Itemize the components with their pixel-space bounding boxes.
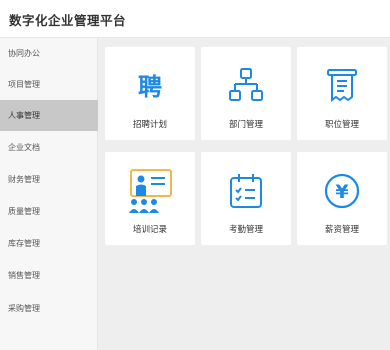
sidebar: 协同办公 项目管理 人事管理 企业文档 财务管理 质量管理 库存管理 销售管理 … <box>0 38 98 350</box>
sidebar-item-inventory-management[interactable]: 库存管理 <box>0 228 98 259</box>
sidebar-item-purchase-management[interactable]: 采购管理 <box>0 293 98 324</box>
card-salary-management[interactable]: ¥ 薪资管理 <box>297 152 387 245</box>
sidebar-item-sales-management[interactable]: 销售管理 <box>0 260 98 291</box>
main-content: 聘 招聘计划 部门管理 职位管理 培训记录 考勤管理 ¥ 薪资管理 <box>98 38 390 350</box>
svg-text:聘: 聘 <box>138 73 162 101</box>
card-recruitment-plan[interactable]: 聘 招聘计划 <box>105 47 195 140</box>
sidebar-item-hr-management[interactable]: 人事管理 <box>0 100 98 131</box>
yuan-coin-icon: ¥ <box>297 166 387 216</box>
app-header: 数字化企业管理平台 <box>0 0 390 38</box>
sidebar-item-project-management[interactable]: 项目管理 <box>0 69 98 100</box>
calendar-checklist-icon <box>201 166 291 216</box>
svg-text:¥: ¥ <box>335 181 348 203</box>
position-doc-icon <box>297 61 387 111</box>
sidebar-item-collab-office[interactable]: 协同办公 <box>0 38 98 69</box>
card-label: 职位管理 <box>324 120 359 130</box>
card-attendance-management[interactable]: 考勤管理 <box>201 152 291 245</box>
training-icon <box>105 166 195 216</box>
recruit-icon: 聘 <box>105 61 195 111</box>
card-position-management[interactable]: 职位管理 <box>297 47 387 140</box>
card-training-records[interactable]: 培训记录 <box>105 152 195 245</box>
card-label: 招聘计划 <box>132 120 167 130</box>
card-department-management[interactable]: 部门管理 <box>201 47 291 140</box>
card-label: 薪资管理 <box>324 225 359 235</box>
sidebar-item-quality-management[interactable]: 质量管理 <box>0 196 98 227</box>
sidebar-item-finance-management[interactable]: 财务管理 <box>0 164 98 195</box>
app-title: 数字化企业管理平台 <box>9 13 127 28</box>
org-chart-icon <box>201 61 291 111</box>
sidebar-item-enterprise-docs[interactable]: 企业文档 <box>0 132 98 163</box>
card-label: 培训记录 <box>132 225 167 235</box>
card-label: 考勤管理 <box>228 225 263 235</box>
card-label: 部门管理 <box>228 120 263 130</box>
